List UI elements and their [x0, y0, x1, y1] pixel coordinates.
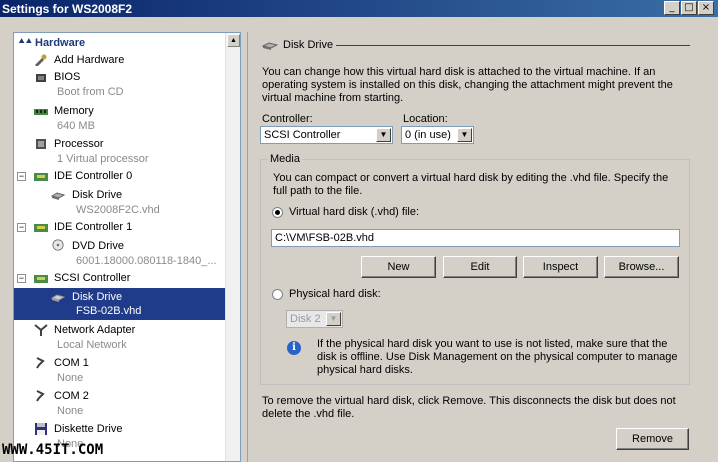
scroll-up-button[interactable]: ▲ — [227, 34, 240, 47]
vhd-path-input[interactable]: C:\VM\FSB-02B.vhd — [271, 229, 680, 247]
sidebar-item-label: Add Hardware — [54, 54, 125, 66]
vhd-radio[interactable] — [272, 207, 283, 218]
processor-icon — [36, 139, 46, 149]
remove-button[interactable]: Remove — [616, 428, 689, 450]
com-port-icon — [36, 390, 45, 402]
sidebar-item-label: COM 2 — [54, 390, 89, 402]
add-hardware-icon — [35, 54, 47, 66]
sidebar-item-detail: 6001.18000.080118-1840_... — [76, 255, 217, 267]
hardware-tree: ⯅⯅ Hardware ▲ Add Hardware BIOS Boot fro… — [13, 32, 241, 462]
collapse-toggle-icon[interactable]: − — [17, 274, 26, 283]
section-title: Disk Drive — [283, 39, 334, 51]
physical-disk-value: Disk 2 — [290, 313, 321, 325]
controller-icon — [34, 275, 48, 283]
section-divider — [336, 45, 690, 46]
new-button[interactable]: New — [361, 256, 436, 278]
inspect-button[interactable]: Inspect — [523, 256, 598, 278]
sidebar-item-label: BIOS — [54, 71, 81, 83]
pane-divider — [247, 32, 248, 462]
physical-disk-select[interactable]: Disk 2 ▼ — [286, 310, 343, 328]
sidebar-item-label: IDE Controller 0 — [54, 170, 133, 182]
sidebar-item-label: COM 1 — [54, 357, 89, 369]
title-bar: Settings for WS2008F2 _ □ × — [0, 0, 718, 17]
sidebar-item-com-1[interactable]: COM 1 None — [14, 355, 225, 387]
sidebar-item-detail: WS2008F2C.vhd — [76, 204, 160, 216]
controller-select-value: SCSI Controller — [264, 129, 341, 141]
diskette-icon — [35, 423, 47, 435]
com-port-icon — [36, 357, 45, 369]
vhd-option-label: Virtual hard disk (.vhd) file: — [289, 206, 420, 218]
disk-drive-icon — [51, 294, 65, 302]
location-label: Location: — [403, 113, 448, 125]
chevron-down-icon[interactable]: ▼ — [326, 312, 341, 326]
sidebar-item-detail: None — [57, 405, 84, 417]
chevron-down-icon[interactable]: ▼ — [376, 128, 391, 142]
maximize-button[interactable]: □ — [681, 1, 697, 15]
intro-text: You can change how this virtual hard dis… — [262, 66, 673, 104]
close-button[interactable]: × — [698, 1, 714, 15]
sidebar-item-detail: Local Network — [57, 339, 127, 351]
sidebar-item-label: IDE Controller 1 — [54, 221, 133, 233]
sidebar-item-label: Disk Drive — [72, 189, 123, 201]
sidebar-item-network-adapter[interactable]: Network Adapter Local Network — [14, 322, 225, 354]
edit-button[interactable]: Edit — [443, 256, 517, 278]
sidebar-item-disk-drive-scsi[interactable]: Disk Drive FSB-02B.vhd — [14, 288, 225, 320]
sidebar-item-memory[interactable]: Memory 640 MB — [14, 102, 225, 134]
collapse-toggle-icon[interactable]: − — [17, 172, 26, 181]
sidebar-item-label: SCSI Controller — [54, 272, 131, 284]
dvd-drive-icon — [52, 239, 64, 251]
sidebar-item-detail: None — [57, 372, 84, 384]
sidebar-item-detail: FSB-02B.vhd — [76, 305, 142, 317]
controller-label: Controller: — [262, 113, 313, 125]
sidebar-item-bios[interactable]: BIOS Boot from CD — [14, 69, 225, 101]
network-adapter-icon — [34, 324, 48, 336]
sidebar-item-label: Disk Drive — [72, 291, 123, 303]
sidebar-item-label: Processor — [54, 138, 104, 150]
vhd-path-value: C:\VM\FSB-02B.vhd — [275, 232, 375, 244]
controller-icon — [34, 224, 48, 232]
physical-option-label: Physical hard disk: — [289, 288, 381, 300]
disk-drive-icon — [51, 192, 65, 200]
sidebar-item-scsi-controller[interactable]: − SCSI Controller — [14, 270, 225, 287]
sidebar-item-disk-drive-ide[interactable]: Disk Drive WS2008F2C.vhd — [14, 186, 225, 218]
remove-instructions: To remove the virtual hard disk, click R… — [262, 395, 676, 420]
bios-chip-icon — [36, 74, 46, 82]
sidebar-item-label: Network Adapter — [54, 324, 136, 336]
sidebar-item-dvd-drive[interactable]: DVD Drive 6001.18000.080118-1840_... — [14, 237, 225, 269]
media-legend: Media — [268, 153, 302, 165]
hardware-header[interactable]: ⯅⯅ Hardware — [15, 34, 225, 51]
tree-scrollbar[interactable]: ▲ — [225, 33, 240, 461]
sidebar-item-label: DVD Drive — [72, 240, 124, 252]
sidebar-item-detail: 640 MB — [57, 120, 95, 132]
sidebar-item-detail: 1 Virtual processor — [57, 153, 149, 165]
location-select[interactable]: 0 (in use) ▼ — [401, 126, 474, 144]
minimize-button[interactable]: _ — [664, 1, 680, 15]
info-icon: i — [287, 341, 301, 355]
disk-drive-icon — [262, 42, 278, 50]
sidebar-item-label: Memory — [54, 105, 94, 117]
watermark: WWW.45IT.COM — [2, 442, 104, 458]
chevron-down-icon[interactable]: ▼ — [457, 128, 472, 142]
sidebar-item-add-hardware[interactable]: Add Hardware — [14, 52, 225, 68]
sidebar-item-com-2[interactable]: COM 2 None — [14, 388, 225, 420]
browse-button[interactable]: Browse... — [604, 256, 679, 278]
sidebar-item-detail: Boot from CD — [57, 86, 124, 98]
collapse-icon: ⯅⯅ — [18, 36, 33, 46]
hardware-header-label: Hardware — [35, 37, 86, 49]
location-select-value: 0 (in use) — [405, 129, 451, 141]
sidebar-item-ide-controller-1[interactable]: − IDE Controller 1 — [14, 219, 225, 236]
memory-icon — [34, 109, 48, 115]
window-title: Settings for WS2008F2 — [2, 2, 133, 16]
collapse-toggle-icon[interactable]: − — [17, 223, 26, 232]
controller-icon — [34, 173, 48, 181]
physical-disk-info: If the physical hard disk you want to us… — [317, 338, 678, 376]
controller-select[interactable]: SCSI Controller ▼ — [260, 126, 393, 144]
physical-disk-radio[interactable] — [272, 289, 283, 300]
sidebar-item-ide-controller-0[interactable]: − IDE Controller 0 — [14, 168, 225, 185]
sidebar-item-label: Diskette Drive — [54, 423, 123, 435]
sidebar-item-processor[interactable]: Processor 1 Virtual processor — [14, 135, 225, 167]
media-description: You can compact or convert a virtual har… — [273, 172, 669, 197]
